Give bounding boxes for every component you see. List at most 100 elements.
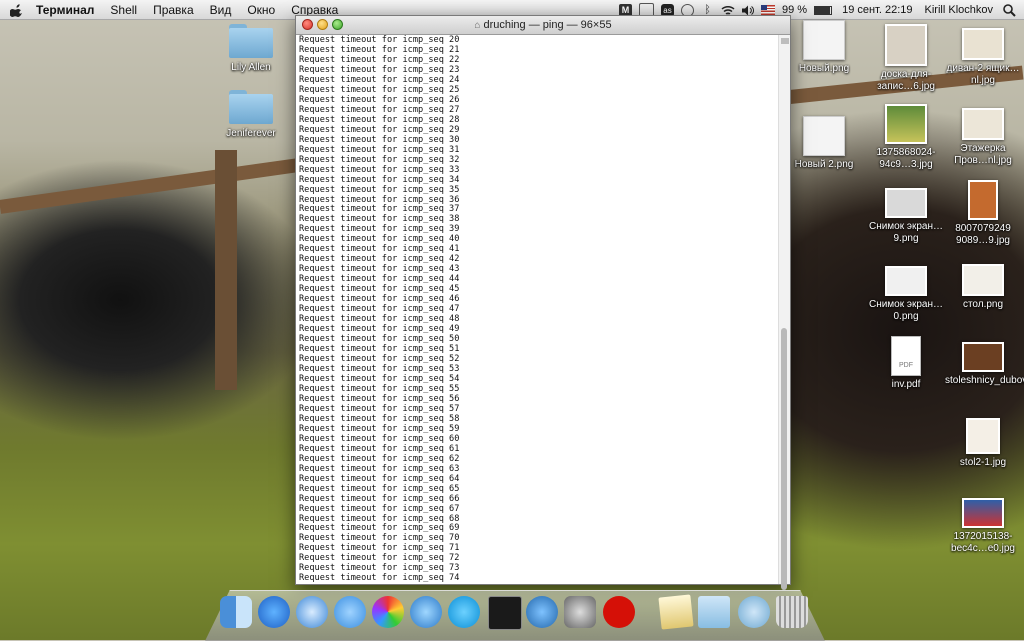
desktop-file[interactable]: 8007079249 9089…9.jpg [945, 180, 1021, 247]
terminal-line: Request timeout for icmp_seq 46 [299, 294, 460, 305]
background-beam [0, 158, 299, 214]
file-label: inv.pdf [891, 379, 921, 390]
menu-shell[interactable]: Shell [102, 3, 145, 17]
image-thumbnail-icon [962, 342, 1004, 372]
lastfm-icon[interactable] [603, 596, 635, 628]
menu-view[interactable]: Вид [202, 3, 240, 17]
desktop-file[interactable]: Снимок экран…9.png [868, 188, 944, 245]
terminal-line: Request timeout for icmp_seq 43 [299, 264, 460, 275]
battery-icon[interactable] [814, 5, 833, 15]
desktop-file[interactable]: 1372015138-bec4c…e0.jpg [945, 498, 1021, 555]
textedit-icon[interactable] [658, 594, 694, 630]
terminal-line: Request timeout for icmp_seq 66 [299, 493, 460, 504]
menu-edit[interactable]: Правка [145, 3, 202, 17]
image-thumbnail-icon [885, 188, 927, 218]
messages-icon[interactable] [334, 596, 366, 628]
terminal-line: Request timeout for icmp_seq 41 [299, 244, 460, 255]
desktop-file[interactable]: PDF inv.pdf [868, 336, 944, 391]
desktop-file[interactable]: stol2-1.jpg [945, 418, 1021, 469]
menu-window[interactable]: Окно [239, 3, 283, 17]
finder-icon[interactable] [220, 596, 252, 628]
background-beam [215, 150, 237, 390]
terminal-line: Request timeout for icmp_seq 21 [299, 44, 460, 55]
desktop-file[interactable]: Новый 2.png [786, 116, 862, 171]
app-store-icon[interactable] [258, 596, 290, 628]
close-button[interactable] [302, 19, 313, 30]
desktop-file[interactable]: stoleshnicy_dubovye.jpg [945, 342, 1024, 387]
terminal-icon[interactable] [488, 596, 522, 630]
image-thumbnail-icon [885, 24, 927, 66]
downloads-icon[interactable] [738, 596, 770, 628]
image-thumbnail-icon [966, 418, 1000, 454]
desktop-file[interactable]: Снимок экран…0.png [868, 266, 944, 323]
image-thumbnail-icon [962, 108, 1004, 140]
terminal-line: Request timeout for icmp_seq 70 [299, 533, 460, 544]
spotlight-icon[interactable] [1003, 3, 1016, 17]
terminal-line: Request timeout for icmp_seq 60 [299, 433, 460, 444]
terminal-line: Request timeout for icmp_seq 63 [299, 463, 460, 474]
terminal-line: Request timeout for icmp_seq 56 [299, 393, 460, 404]
zoom-button[interactable] [332, 19, 343, 30]
terminal-output[interactable]: Request timeout for icmp_seq 20 Request t… [296, 35, 778, 584]
terminal-line: Request timeout for icmp_seq 51 [299, 344, 460, 355]
desktop-file[interactable]: Этажерка Пров…nl.jpg [945, 108, 1021, 167]
us-flag-icon[interactable] [761, 5, 775, 15]
folder-icon [229, 24, 273, 58]
desktop-file[interactable]: 1375868024-94c9…3.jpg [868, 104, 944, 171]
terminal-line: Request timeout for icmp_seq 65 [299, 483, 460, 494]
itunes-icon[interactable] [410, 596, 442, 628]
file-label: Снимок экран…9.png [868, 221, 944, 244]
terminal-line: Request timeout for icmp_seq 44 [299, 274, 460, 285]
apple-menu-icon[interactable] [10, 3, 24, 17]
minimize-button[interactable] [317, 19, 328, 30]
terminal-line: Request timeout for icmp_seq 58 [299, 413, 460, 424]
file-label: Этажерка Пров…nl.jpg [954, 143, 1012, 166]
terminal-line: Request timeout for icmp_seq 53 [299, 363, 460, 374]
terminal-line: Request timeout for icmp_seq 37 [299, 204, 460, 215]
clock[interactable]: 19 сент. 22:19 [842, 4, 912, 16]
terminal-line: Request timeout for icmp_seq 72 [299, 553, 460, 564]
pdf-file-icon: PDF [891, 336, 921, 376]
terminal-line: Request timeout for icmp_seq 20 [299, 35, 460, 45]
folder-label: Lily Allen [231, 62, 271, 73]
image-thumbnail-icon [968, 180, 998, 220]
desktop-file[interactable]: стол.png [945, 264, 1021, 311]
terminal-line: Request timeout for icmp_seq 32 [299, 154, 460, 165]
image-thumbnail-icon [962, 28, 1004, 60]
file-label: диван-2 ящик…nl.jpg [946, 63, 1020, 86]
terminal-line: Request timeout for icmp_seq 23 [299, 64, 460, 75]
terminal-line: Request timeout for icmp_seq 36 [299, 194, 460, 205]
menu-app-name[interactable]: Терминал [28, 3, 102, 17]
system-preferences-icon[interactable] [564, 596, 596, 628]
terminal-line: Request timeout for icmp_seq 69 [299, 523, 460, 534]
flowplayer-icon[interactable] [372, 596, 404, 628]
resize-grip-icon[interactable] [781, 37, 789, 45]
safari-icon[interactable] [296, 596, 328, 628]
folder-icon[interactable] [698, 596, 730, 628]
terminal-line: Request timeout for icmp_seq 26 [299, 94, 460, 105]
window-title: druching — ping — 96×55 [483, 19, 612, 31]
terminal-line: Request timeout for icmp_seq 47 [299, 304, 460, 315]
desktop-file[interactable]: Новый.png [786, 20, 862, 75]
desktop-file[interactable]: диван-2 ящик…nl.jpg [945, 28, 1021, 87]
terminal-window[interactable]: ⌂ druching — ping — 96×55 Request timeout… [295, 15, 791, 590]
terminal-line: Request timeout for icmp_seq 52 [299, 354, 460, 364]
desktop-folder[interactable]: Lily Allen [213, 24, 289, 74]
user-name[interactable]: Kirill Klochkov [925, 4, 993, 16]
tweet-icon[interactable] [526, 596, 558, 628]
desktop-folder[interactable]: Jeniferever [213, 90, 289, 140]
file-label: стол.png [962, 299, 1004, 310]
window-titlebar[interactable]: ⌂ druching — ping — 96×55 [296, 16, 790, 35]
file-label: 1375868024-94c9…3.jpg [876, 147, 936, 170]
desktop-file[interactable]: доска-для-запис…6.jpg [868, 24, 944, 93]
scrollbar[interactable] [778, 35, 790, 590]
terminal-line: Request timeout for icmp_seq 34 [299, 174, 460, 185]
file-label: Снимок экран…0.png [868, 299, 944, 322]
terminal-line: Request timeout for icmp_seq 27 [299, 104, 460, 115]
trash-icon[interactable] [776, 596, 808, 628]
scrollbar-thumb[interactable] [781, 328, 787, 590]
terminal-line: Request timeout for icmp_seq 48 [299, 314, 460, 325]
terminal-line: Request timeout for icmp_seq 40 [299, 234, 460, 245]
skype-icon[interactable] [448, 596, 480, 628]
terminal-line: Request timeout for icmp_seq 25 [299, 84, 460, 95]
